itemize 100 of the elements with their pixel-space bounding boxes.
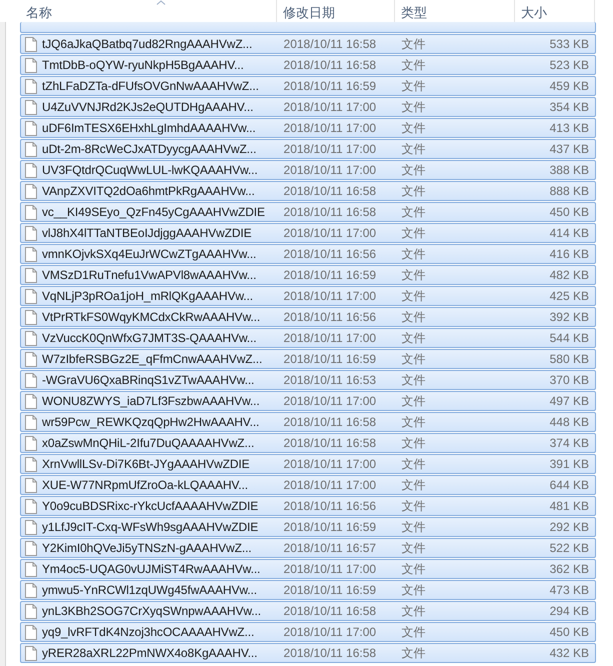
- file-name: wr59Pcw_REWKQzqQpHw2HwAAAHV...: [42, 415, 260, 429]
- file-size: 437 KB: [548, 142, 590, 156]
- modified-date: 2018/10/11 16:58: [282, 205, 378, 219]
- file-row[interactable]: vc__KI49SEyo_QzFn45yCgAAAHVwZDIE 2018/10/11 16:58 文件 450 KB: [20, 202, 596, 222]
- file-name: x0aZswMnQHiL-2Ifu7DuQAAAAHVwZ...: [42, 436, 254, 450]
- file-type: 文件: [400, 498, 426, 514]
- file-size: 370 KB: [548, 373, 590, 387]
- file-row[interactable]: TmtDbB-oQYW-ryuNkpH5BgAAAHV... 2018/10/11 16:58 文件 523 KB: [20, 55, 596, 75]
- file-row[interactable]: VqNLjP3pROa1joH_mRlQKgAAAHVw... 2018/10/11 17:00 文件 425 KB: [20, 286, 596, 306]
- file-row[interactable]: tJQ6aJkaQBatbq7ud82RngAAAHVwZ... 2018/10/11 16:58 文件 533 KB: [20, 34, 596, 54]
- file-row[interactable]: U4ZuVVNJRd2KJs2eQUTDHgAAAHV... 2018/10/11 17:00 文件 354 KB: [20, 97, 596, 117]
- file-name: tJQ6aJkaQBatbq7ud82RngAAAHVwZ...: [42, 37, 252, 51]
- file-size: 391 KB: [548, 457, 590, 471]
- file-type: 文件: [400, 624, 426, 640]
- file-type: 文件: [400, 372, 426, 388]
- file-name: vmnKOjvkSXq4EuJrWCwZTgAAAHVw...: [42, 247, 256, 261]
- file-row[interactable]: vmnKOjvkSXq4EuJrWCwZTgAAAHVw... 2018/10/11 16:56 文件 416 KB: [20, 244, 596, 264]
- file-row[interactable]: x0aZswMnQHiL-2Ifu7DuQAAAAHVwZ... 2018/10/11 16:58 文件 374 KB: [20, 433, 596, 453]
- file-row[interactable]: VAnpZXVITQ2dOa6hmtPkRgAAAHVw... 2018/10/11 16:58 文件 888 KB: [20, 181, 596, 201]
- file-icon: [25, 330, 37, 346]
- file-name: -WGraVU6QxaBRinqS1vZTwAAAHVw...: [42, 373, 254, 387]
- file-row[interactable]: UV3FQtdrQCuqWwLUL-lwKQAAAHVw... 2018/10/11 17:00 文件 388 KB: [20, 160, 596, 180]
- file-name: ymwu5-YnRCWl1zqUWg45fwAAAHVw...: [42, 583, 257, 597]
- file-row[interactable]: WONU8ZWYS_iaD7Lf3FszbwAAAHVw... 2018/10/11 17:00 文件 497 KB: [20, 391, 596, 411]
- file-row[interactable]: tZhLFaDZTa-dFUfsOVGnNwAAAHVwZ... 2018/10/11 16:59 文件 459 KB: [20, 76, 596, 96]
- file-icon: [25, 520, 37, 534]
- file-size: 580 KB: [548, 352, 590, 366]
- file-row[interactable]: uDt-2m-8RcWeCJxATDyycgAAAHVwZ... 2018/10/11 17:00 文件 437 KB: [20, 139, 596, 159]
- file-row[interactable]: yRER28aXRL22PmNWX4o8KgAAAHV... 2018/10/11 16:58 文件 432 KB: [20, 643, 596, 663]
- modified-date: 2018/10/11 16:57: [282, 541, 378, 555]
- file-icon: [25, 246, 37, 262]
- file-name: ynL3KBh2SOG7CrXyqSWnpwAAAHVw...: [42, 604, 261, 618]
- file-row[interactable]: Y0o9cuBDSRixc-rYkcUcfAAAAHVwZDIE 2018/10/11 16:56 文件 481 KB: [20, 496, 596, 516]
- file-name: VMSzD1RuTnefu1VwAPVl8wAAAHVw...: [42, 268, 256, 282]
- file-size: 450 KB: [548, 625, 590, 639]
- modified-date: 2018/10/11 17:00: [282, 100, 378, 114]
- file-row[interactable]: ymwu5-YnRCWl1zqUWg45fwAAAHVw... 2018/10/11 16:59 文件 473 KB: [20, 580, 596, 600]
- file-name: yRER28aXRL22PmNWX4o8KgAAAHV...: [42, 646, 258, 660]
- file-name: W7zIbfeRSBGz2E_qFfmCnwAAAHVwZ...: [42, 352, 262, 366]
- file-row[interactable]: y1LfJ9cIT-Cxq-WFsWh9sgAAAHVwZDIE 2018/10/11 16:59 文件 292 KB: [20, 517, 596, 537]
- file-row[interactable]: yq9_lvRFTdK4Nzoj3hcOCAAAAHVwZ... 2018/10/11 17:00 文件 450 KB: [20, 622, 596, 642]
- file-name: Ym4oc5-UQAG0vUJMiST4RwAAAHVw...: [42, 562, 260, 576]
- file-row[interactable]: [20, 22, 596, 33]
- file-type: 文件: [400, 560, 426, 578]
- file-icon: [25, 226, 37, 240]
- file-row[interactable]: XrnVwllLSv-Di7K6Bt-JYgAAAHVwZDIE 2018/10/11 17:00 文件 391 KB: [20, 454, 596, 474]
- file-size: 354 KB: [548, 100, 590, 114]
- file-row[interactable]: -WGraVU6QxaBRinqS1vZTwAAAHVw... 2018/10/11 16:53 文件 370 KB: [20, 370, 596, 390]
- file-icon: [25, 498, 37, 514]
- modified-date: 2018/10/11 17:00: [282, 331, 378, 345]
- modified-date: 2018/10/11 16:58: [282, 646, 378, 660]
- file-type: 文件: [400, 350, 426, 368]
- modified-date: 2018/10/11 16:58: [282, 184, 378, 198]
- file-row[interactable]: Ym4oc5-UQAG0vUJMiST4RwAAAHVw... 2018/10/11 17:00 文件 362 KB: [20, 559, 596, 579]
- file-type: 文件: [400, 540, 426, 556]
- file-row[interactable]: uDF6ImTESX6EHxhLgImhdAAAAHVw... 2018/10/11 17:00 文件 413 KB: [20, 118, 596, 138]
- file-size: 388 KB: [548, 163, 590, 177]
- file-row[interactable]: XUE-W77NRpmUfZroOa-kLQAAAHV... 2018/10/11 17:00 文件 644 KB: [20, 475, 596, 495]
- modified-date: 2018/10/11 16:58: [282, 436, 378, 450]
- file-size: 473 KB: [548, 583, 590, 597]
- file-type: 文件: [400, 582, 426, 598]
- file-size: 448 KB: [548, 415, 590, 429]
- modified-date: 2018/10/11 16:59: [282, 79, 378, 93]
- file-name: WONU8ZWYS_iaD7Lf3FszbwAAAHVw...: [42, 394, 260, 408]
- file-size: 544 KB: [548, 331, 590, 345]
- modified-date: 2018/10/11 17:00: [282, 142, 378, 156]
- file-row[interactable]: VtPrRTkFS0WqyKMCdxCkRwAAAHVw... 2018/10/11 16:56 文件 392 KB: [20, 307, 596, 327]
- file-size: 522 KB: [548, 541, 590, 555]
- file-size: 482 KB: [548, 268, 590, 282]
- file-row[interactable]: VMSzD1RuTnefu1VwAPVl8wAAAHVw... 2018/10/11 16:59 文件 482 KB: [20, 265, 596, 285]
- file-type: 文件: [400, 266, 426, 284]
- file-type: 文件: [400, 288, 426, 304]
- modified-date: 2018/10/11 17:00: [282, 121, 378, 135]
- file-row[interactable]: vlJ8hX4lTTaNTBEoIJdjggAAAHVwZDIE 2018/10/11 17:00 文件 414 KB: [20, 223, 596, 243]
- modified-date: 2018/10/11 16:59: [282, 520, 378, 534]
- file-name: VAnpZXVITQ2dOa6hmtPkRgAAAHVw...: [42, 184, 255, 198]
- file-size: 416 KB: [548, 247, 590, 261]
- file-row[interactable]: VzVuccK0QnWfxG7JMT3S-QAAAHVw... 2018/10/11 17:00 文件 544 KB: [20, 328, 596, 348]
- modified-date: 2018/10/11 16:56: [282, 499, 378, 513]
- modified-date: 2018/10/11 16:58: [282, 37, 378, 51]
- file-row[interactable]: W7zIbfeRSBGz2E_qFfmCnwAAAHVwZ... 2018/10/11 16:59 文件 580 KB: [20, 349, 596, 369]
- file-row[interactable]: wr59Pcw_REWKQzqQpHw2HwAAAHV... 2018/10/11 16:58 文件 448 KB: [20, 412, 596, 432]
- file-icon: [25, 310, 37, 324]
- file-type: 文件: [400, 392, 426, 410]
- modified-date: 2018/10/11 17:00: [282, 163, 378, 177]
- file-icon: [25, 540, 37, 556]
- file-size: 481 KB: [548, 499, 590, 513]
- modified-date: 2018/10/11 16:58: [282, 58, 378, 72]
- file-type: 文件: [400, 78, 426, 94]
- modified-date: 2018/10/11 17:00: [282, 625, 378, 639]
- file-icon: [25, 624, 37, 640]
- file-icon: [25, 604, 37, 618]
- file-icon: [25, 456, 37, 472]
- file-row[interactable]: Y2KimI0hQVeJi5yTNSzN-gAAAHVwZ... 2018/10/11 16:57 文件 522 KB: [20, 538, 596, 558]
- modified-date: 2018/10/11 17:00: [282, 562, 378, 576]
- file-type: 文件: [400, 330, 426, 346]
- file-row[interactable]: ynL3KBh2SOG7CrXyqSWnpwAAAHVw... 2018/10/11 16:58 文件 294 KB: [20, 601, 596, 621]
- file-name: UV3FQtdrQCuqWwLUL-lwKQAAAHVw...: [42, 163, 258, 177]
- file-size: 450 KB: [548, 205, 590, 219]
- file-type: 文件: [400, 476, 426, 494]
